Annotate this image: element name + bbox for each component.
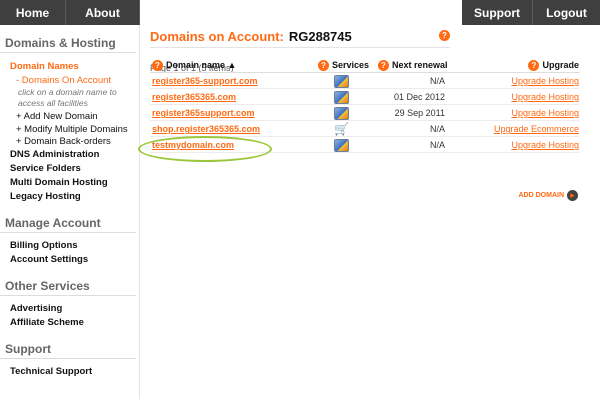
domain-link[interactable]: testmydomain.com — [152, 140, 234, 150]
top-navigation: Home About Support Logout — [0, 0, 600, 25]
table-row: register365365.com 01 Dec 2012 Upgrade H… — [150, 89, 580, 105]
sidebar-note: click on a domain name to access all fac… — [18, 87, 117, 108]
title-divider — [150, 47, 450, 48]
add-domain-label[interactable]: ADD DOMAIN — [519, 192, 565, 199]
nav-support-tab[interactable]: Support — [462, 0, 533, 25]
sidebar-item-affiliate-scheme[interactable]: Affiliate Scheme — [0, 315, 139, 329]
sidebar-item-domain-names[interactable]: Domain Names — [0, 59, 139, 73]
sidebar: Domains & Hosting Domain Names - Domains… — [0, 25, 140, 399]
renewal-date: N/A — [429, 140, 445, 150]
table-row: testmydomain.com N/A Upgrade Hosting — [150, 137, 580, 153]
sidebar-item-service-folders[interactable]: Service Folders — [0, 161, 139, 175]
upgrade-link[interactable]: Upgrade Hosting — [511, 140, 579, 150]
cart-icon[interactable]: 🛒 — [334, 121, 349, 136]
hosting-icon[interactable] — [334, 90, 349, 104]
sidebar-item-legacy-hosting[interactable]: Legacy Hosting — [0, 189, 139, 203]
add-domain-arrow-icon[interactable]: ▸ — [567, 190, 578, 201]
upgrade-link[interactable]: Upgrade Hosting — [511, 76, 579, 86]
services-help-icon[interactable]: ? — [318, 59, 329, 71]
header-services: ? Services — [318, 57, 369, 73]
renewal-date: N/A — [429, 124, 445, 134]
hosting-icon[interactable] — [334, 138, 349, 152]
account-id: RG288745 — [288, 28, 352, 44]
domain-link[interactable]: register365365.com — [152, 92, 236, 102]
renewal-date: 01 Dec 2012 — [393, 92, 445, 102]
sidebar-item-domain-back-orders[interactable]: + Domain Back-orders — [0, 135, 139, 147]
sidebar-item-billing-options[interactable]: Billing Options — [0, 238, 139, 252]
sidebar-heading-other-services: Other Services — [0, 276, 136, 296]
domain-help-icon[interactable]: ? — [152, 59, 163, 71]
domain-link[interactable]: shop.register365365.com — [152, 124, 260, 134]
page-title: Domains on Account: — [150, 28, 284, 44]
nav-logout-tab[interactable]: Logout — [533, 0, 600, 25]
sidebar-item-domains-on-account[interactable]: - Domains On Account — [0, 73, 139, 87]
upgrade-help-icon[interactable]: ? — [528, 59, 540, 71]
cart-glyph: 🛒 — [334, 121, 349, 136]
header-next-renewal: ? Next renewal — [378, 57, 448, 73]
sidebar-item-modify-multiple-domains[interactable]: + Modify Multiple Domains — [0, 123, 139, 135]
table-row: register365-support.com N/A Upgrade Host… — [150, 73, 580, 89]
header-upgrade: ? Upgrade — [528, 57, 579, 73]
sidebar-item-add-new-domain[interactable]: + Add New Domain — [0, 109, 139, 123]
nav-home-tab[interactable]: Home — [0, 0, 66, 25]
hosting-icon[interactable] — [334, 106, 349, 120]
renewal-help-icon[interactable]: ? — [378, 59, 389, 71]
add-domain-control[interactable]: ADD DOMAIN ▸ — [519, 190, 578, 201]
sidebar-item-technical-support[interactable]: Technical Support — [0, 364, 139, 378]
header-domain-label[interactable]: Domain name ▲ — [166, 60, 236, 70]
domain-link[interactable]: register365support.com — [152, 108, 255, 118]
renewal-date: 29 Sep 2011 — [394, 108, 445, 118]
renewal-date: N/A — [429, 76, 445, 86]
nav-about-tab[interactable]: About — [66, 0, 140, 25]
title-help-icon[interactable]: ? — [439, 30, 450, 41]
header-upgrade-label: Upgrade — [542, 60, 579, 70]
upgrade-link[interactable]: Upgrade Hosting — [511, 92, 579, 102]
hosting-icon[interactable] — [334, 74, 349, 88]
upgrade-link[interactable]: Upgrade Hosting — [511, 108, 579, 118]
sidebar-item-account-settings[interactable]: Account Settings — [0, 252, 139, 266]
domain-link[interactable]: register365-support.com — [152, 76, 258, 86]
sidebar-item-multi-domain-hosting[interactable]: Multi Domain Hosting — [0, 175, 139, 189]
domains-table: ? Domain name ▲ ? Services ? Next renewa… — [150, 57, 580, 153]
sidebar-heading-support: Support — [0, 339, 136, 359]
sidebar-item-advertising[interactable]: Advertising — [0, 301, 139, 315]
upgrade-link[interactable]: Upgrade Ecommerce — [494, 124, 579, 134]
table-header: ? Domain name ▲ ? Services ? Next renewa… — [150, 57, 580, 73]
header-domain-name[interactable]: ? Domain name ▲ — [152, 57, 236, 73]
sidebar-heading-manage-account: Manage Account — [0, 213, 136, 233]
page-title-row: Domains on Account: RG288745 — [150, 25, 450, 47]
table-row: shop.register365365.com 🛒 N/A Upgrade Ec… — [150, 121, 580, 137]
header-renewal-label: Next renewal — [392, 60, 448, 70]
header-services-label: Services — [332, 60, 370, 70]
sidebar-heading-domains-hosting: Domains & Hosting — [0, 33, 136, 53]
table-row: register365support.com 29 Sep 2011 Upgra… — [150, 105, 580, 121]
sidebar-item-dns-administration[interactable]: DNS Administration — [0, 147, 139, 161]
